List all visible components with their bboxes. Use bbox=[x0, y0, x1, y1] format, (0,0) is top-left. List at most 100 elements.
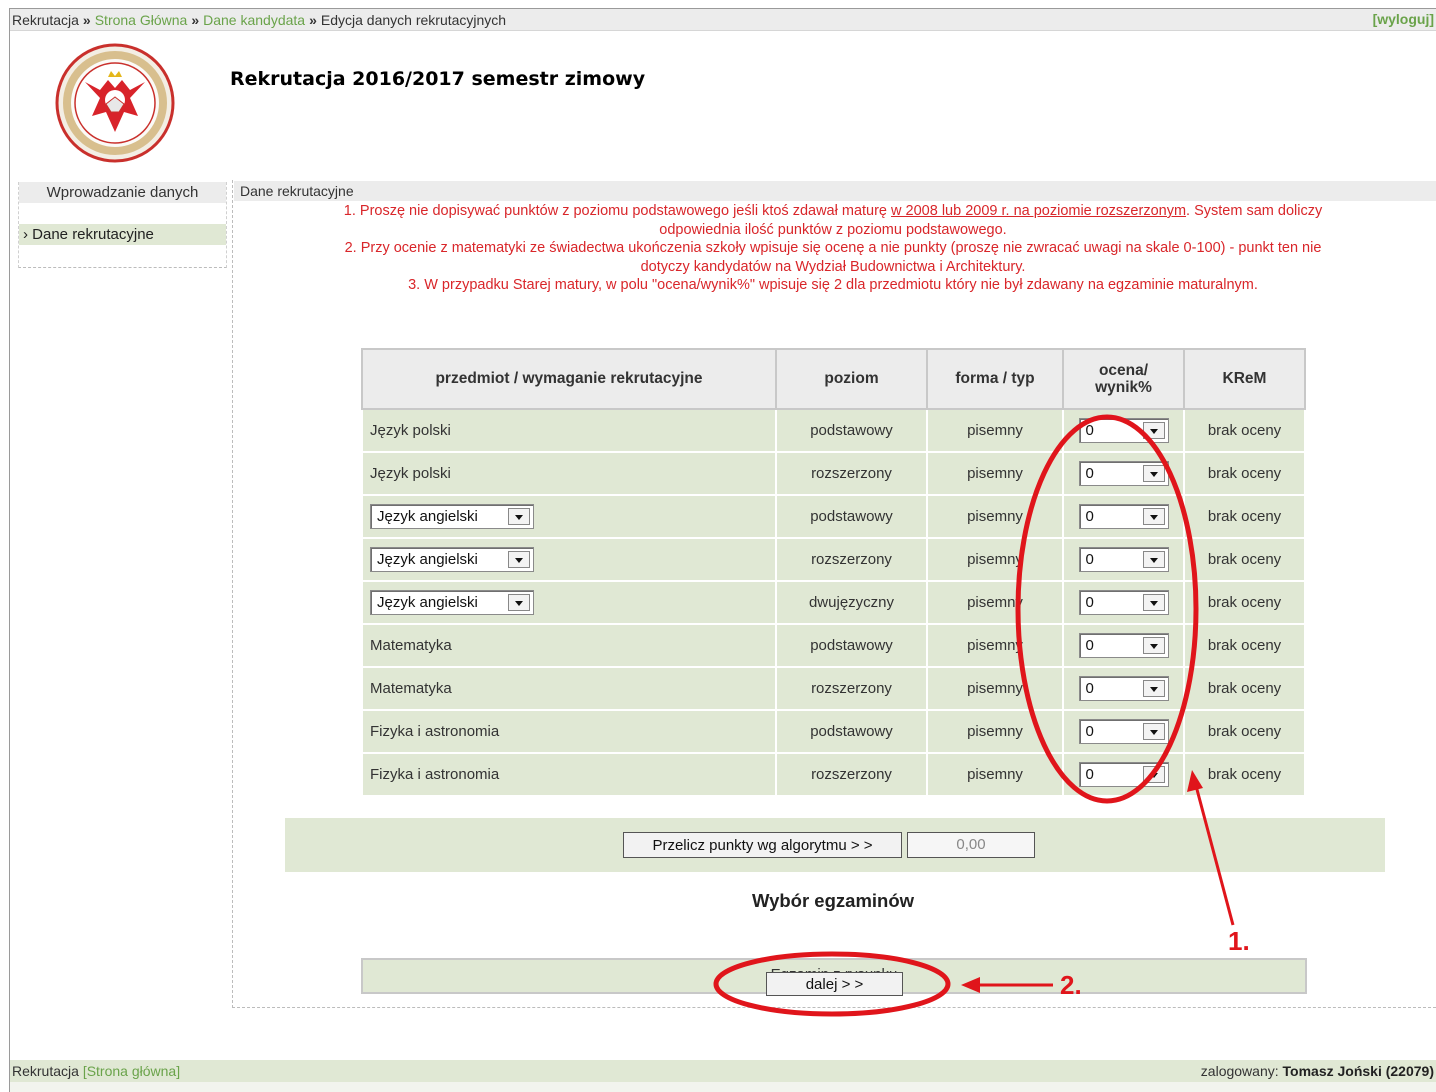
grade-cell: 0 bbox=[1062, 408, 1185, 453]
subject-select[interactable]: Język angielski bbox=[370, 590, 534, 615]
footer-home-link[interactable]: [Strona główna] bbox=[83, 1063, 180, 1079]
krem-cell: brak oceny bbox=[1183, 537, 1306, 582]
grade-select[interactable]: 0 bbox=[1078, 504, 1169, 529]
annotation-label-2: 2. bbox=[1060, 970, 1082, 1000]
footer-strip bbox=[10, 1082, 1436, 1092]
logged-user-name: Tomasz Joński (22079) bbox=[1282, 1063, 1434, 1079]
table-row: Fizyka i astronomia podstawowy pisemny 0 bra… bbox=[361, 709, 1306, 754]
subject-select[interactable]: Język angielski bbox=[370, 547, 534, 572]
subject-cell: Język angielski bbox=[361, 580, 777, 625]
sidebar-heading: Wprowadzanie danych bbox=[19, 182, 226, 203]
subject-select-value: Język angielski bbox=[377, 508, 478, 525]
logged-label: zalogowany: bbox=[1200, 1063, 1283, 1079]
level-cell: podstawowy bbox=[775, 494, 928, 539]
grade-select[interactable]: 0 bbox=[1078, 418, 1169, 443]
table-header-row: przedmiot / wymaganie rekrutacyjne pozio… bbox=[361, 348, 1306, 410]
grade-select[interactable]: 0 bbox=[1078, 461, 1169, 486]
level-cell: podstawowy bbox=[775, 709, 928, 754]
subject-cell: Matematyka bbox=[361, 666, 777, 711]
breadcrumb-link-home[interactable]: Strona Główna bbox=[95, 12, 188, 28]
annotation-label-1: 1. bbox=[1228, 926, 1250, 956]
calculate-points-button[interactable]: Przelicz punkty wg algorytmu > > bbox=[623, 832, 902, 858]
grade-select-value: 0 bbox=[1085, 594, 1094, 611]
note-1-text-end: . System sam doliczy bbox=[1186, 203, 1323, 219]
level-cell: podstawowy bbox=[775, 623, 928, 668]
grade-select-value: 0 bbox=[1085, 465, 1094, 482]
note-2-continuation: dotyczy kandydatów na Wydział Budownictw… bbox=[640, 258, 1026, 275]
instruction-notes: 1. Proszę nie dopisywać punktów z poziom… bbox=[233, 202, 1433, 295]
logged-user-info: zalogowany: Tomasz Joński (22079) bbox=[1201, 1060, 1434, 1082]
form-cell: pisemny bbox=[926, 752, 1064, 797]
table-row: Matematyka podstawowy pisemny 0 brak oceny bbox=[361, 623, 1306, 668]
krem-cell: brak oceny bbox=[1183, 666, 1306, 711]
university-logo bbox=[50, 42, 180, 164]
table-row: Matematyka rozszerzony pisemny 0 brak oceny bbox=[361, 666, 1306, 711]
breadcrumb-root: Rekrutacja bbox=[12, 11, 79, 28]
grade-cell: 0 bbox=[1062, 451, 1185, 496]
chevron-down-icon[interactable] bbox=[1142, 594, 1165, 611]
note-1-link: w 2008 lub 2009 r. na poziomie rozszerzo… bbox=[891, 203, 1187, 219]
breadcrumb-separator: » bbox=[82, 11, 91, 28]
calculation-band: Przelicz punkty wg algorytmu > > 0,00 bbox=[285, 818, 1385, 872]
chevron-down-icon[interactable] bbox=[508, 508, 530, 525]
breadcrumb-link-candidate[interactable]: Dane kandydata bbox=[203, 12, 305, 28]
page-title: Rekrutacja 2016/2017 semestr zimowy bbox=[230, 68, 646, 90]
grade-select-value: 0 bbox=[1085, 422, 1094, 439]
chevron-down-icon[interactable] bbox=[1142, 723, 1165, 740]
subject-cell: Język polski bbox=[361, 451, 777, 496]
table-row: Język angielski rozszerzony pisemny 0 brak o… bbox=[361, 537, 1306, 582]
points-result-field: 0,00 bbox=[907, 832, 1035, 858]
exams-section-title: Wybór egzaminów bbox=[751, 890, 915, 911]
form-cell: pisemny bbox=[926, 666, 1064, 711]
krem-cell: brak oceny bbox=[1183, 451, 1306, 496]
grade-cell: 0 bbox=[1062, 580, 1185, 625]
next-button[interactable]: dalej > > bbox=[766, 972, 903, 996]
grade-select-value: 0 bbox=[1085, 723, 1094, 740]
chevron-down-icon[interactable] bbox=[1142, 508, 1165, 525]
chevron-down-icon[interactable] bbox=[1142, 551, 1165, 568]
krem-cell: brak oceny bbox=[1183, 752, 1306, 797]
level-cell: rozszerzony bbox=[775, 451, 928, 496]
subject-cell: Język angielski bbox=[361, 494, 777, 539]
grade-cell: 0 bbox=[1062, 623, 1185, 668]
grade-select[interactable]: 0 bbox=[1078, 719, 1169, 744]
level-cell: dwujęzyczny bbox=[775, 580, 928, 625]
chevron-down-icon[interactable] bbox=[1142, 637, 1165, 654]
level-cell: rozszerzony bbox=[775, 752, 928, 797]
breadcrumb-separator: » bbox=[191, 11, 200, 28]
form-cell: pisemny bbox=[926, 580, 1064, 625]
subject-select[interactable]: Język angielski bbox=[370, 504, 534, 529]
grade-select[interactable]: 0 bbox=[1078, 633, 1169, 658]
chevron-down-icon[interactable] bbox=[1142, 680, 1165, 697]
form-cell: pisemny bbox=[926, 494, 1064, 539]
note-2-text: 2. Przy ocenie z matematyki ze świadectw… bbox=[344, 240, 1322, 256]
table-row: Fizyka i astronomia rozszerzony pisemny 0 br… bbox=[361, 752, 1306, 797]
column-header-level: poziom bbox=[775, 348, 928, 410]
chevron-down-icon[interactable] bbox=[508, 594, 530, 611]
table-body: Język polski podstawowy pisemny 0 brak oceny… bbox=[361, 408, 1306, 797]
column-header-krem: KReM bbox=[1183, 348, 1306, 410]
table-row: Język polski podstawowy pisemny 0 brak oceny bbox=[361, 408, 1306, 453]
grade-select[interactable]: 0 bbox=[1078, 547, 1169, 572]
grade-select-value: 0 bbox=[1085, 637, 1094, 654]
level-cell: podstawowy bbox=[775, 408, 928, 453]
logout-link[interactable]: [wyloguj] bbox=[1373, 11, 1434, 27]
grade-select[interactable]: 0 bbox=[1078, 590, 1169, 615]
footer-app-name: Rekrutacja bbox=[12, 1063, 79, 1079]
form-cell: pisemny bbox=[926, 623, 1064, 668]
note-1-continuation: odpowiednia ilość punktów z poziomu pods… bbox=[659, 221, 1007, 238]
form-cell: pisemny bbox=[926, 451, 1064, 496]
chevron-down-icon[interactable] bbox=[508, 551, 530, 568]
grade-select[interactable]: 0 bbox=[1078, 676, 1169, 701]
table-row: Język polski rozszerzony pisemny 0 brak ocen… bbox=[361, 451, 1306, 496]
grade-select-value: 0 bbox=[1085, 680, 1094, 697]
krem-cell: brak oceny bbox=[1183, 709, 1306, 754]
chevron-down-icon[interactable] bbox=[1142, 465, 1165, 482]
main-panel: Dane rekrutacyjne 1. Proszę nie dopisywa… bbox=[232, 180, 1436, 1008]
sidebar-item-recruitment-data[interactable]: › Dane rekrutacyjne bbox=[19, 224, 226, 245]
column-header-grade: ocena/ wynik% bbox=[1062, 348, 1185, 410]
chevron-down-icon[interactable] bbox=[1142, 766, 1165, 783]
chevron-down-icon[interactable] bbox=[1142, 422, 1165, 439]
grade-select[interactable]: 0 bbox=[1078, 762, 1169, 787]
note-3-text: 3. W przypadku Starej matury, w polu "oc… bbox=[408, 277, 1258, 293]
